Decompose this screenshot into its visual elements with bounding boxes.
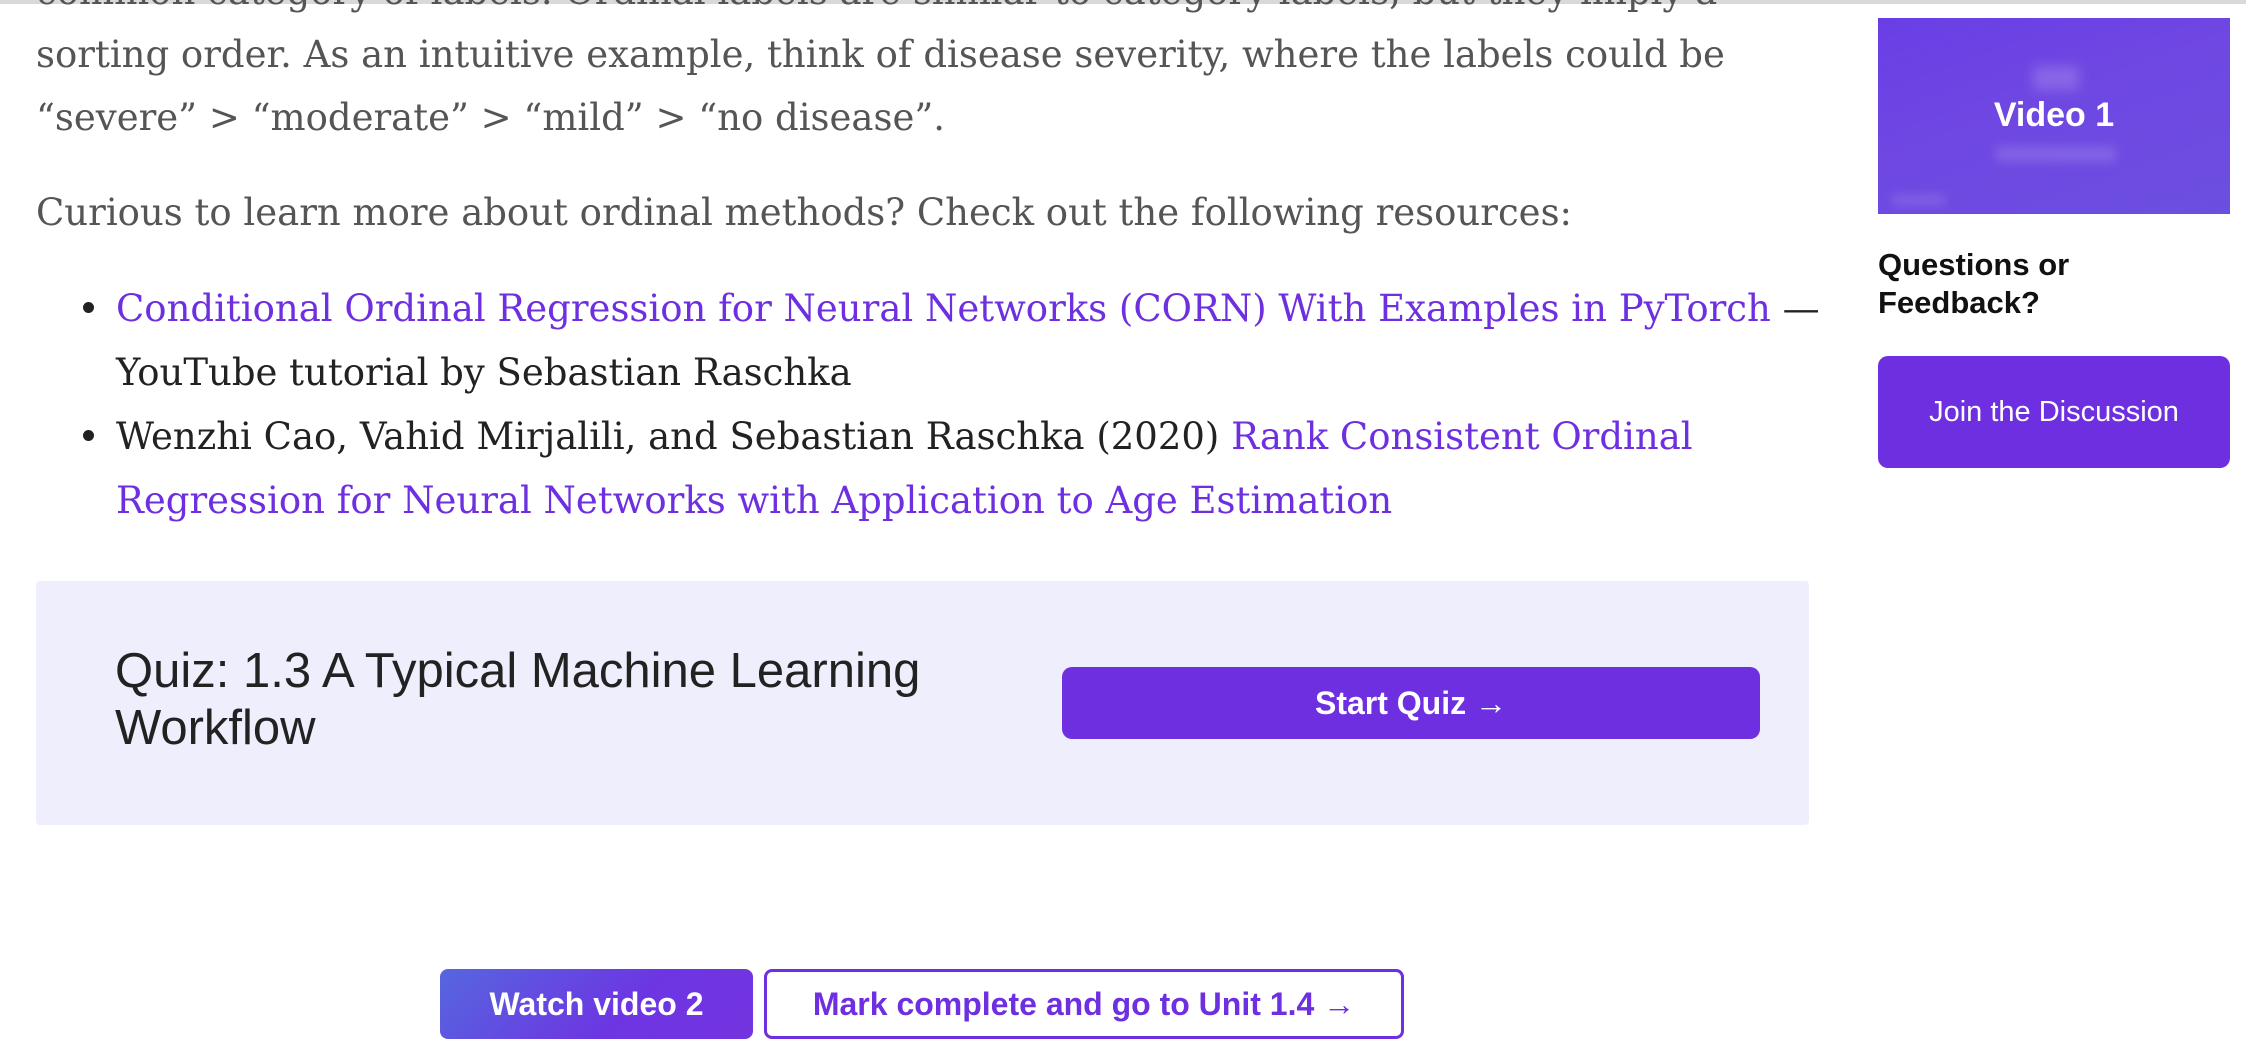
watch-video-button[interactable]: Watch video 2 xyxy=(440,969,753,1039)
bullet-icon xyxy=(83,302,94,313)
list-item: Wenzhi Cao, Vahid Mirjalili, and Sebasti… xyxy=(36,405,1826,533)
video-thumbnail[interactable]: Video 1 xyxy=(1878,18,2230,214)
paragraph-cut-line: common category of labels. Ordinal label… xyxy=(36,0,1568,13)
start-quiz-button[interactable]: Start Quiz → xyxy=(1062,667,1760,739)
resource-prefix: Wenzhi Cao, Vahid Mirjalili, and Sebasti… xyxy=(116,415,1232,458)
thumbnail-blur-detail xyxy=(1892,194,1946,206)
join-discussion-button[interactable]: Join the Discussion xyxy=(1878,356,2230,468)
corn-tutorial-link[interactable]: Conditional Ordinal Regression for Neura… xyxy=(116,287,1771,330)
bullet-icon xyxy=(83,430,94,441)
quiz-title: Quiz: 1.3 A Typical Machine Learning Wor… xyxy=(115,644,921,755)
paragraph-visible-text: imply a sorting order. As an intuitive e… xyxy=(36,0,1725,139)
curious-paragraph: Curious to learn more about ordinal meth… xyxy=(36,191,1573,234)
ordinal-labels-paragraph: common category of labels. Ordinal label… xyxy=(36,0,1810,149)
feedback-heading: Questions or Feedback? xyxy=(1878,247,2070,320)
quiz-card: Quiz: 1.3 A Typical Machine Learning Wor… xyxy=(36,581,1809,825)
mark-complete-button[interactable]: Mark complete and go to Unit 1.4 → xyxy=(764,969,1404,1039)
resources-list: Conditional Ordinal Regression for Neura… xyxy=(36,277,1826,533)
thumbnail-blur-detail xyxy=(2033,66,2079,90)
list-item: Conditional Ordinal Regression for Neura… xyxy=(36,277,1826,405)
video-label: Video 1 xyxy=(1993,96,2115,134)
thumbnail-blur-detail xyxy=(1996,146,2116,162)
